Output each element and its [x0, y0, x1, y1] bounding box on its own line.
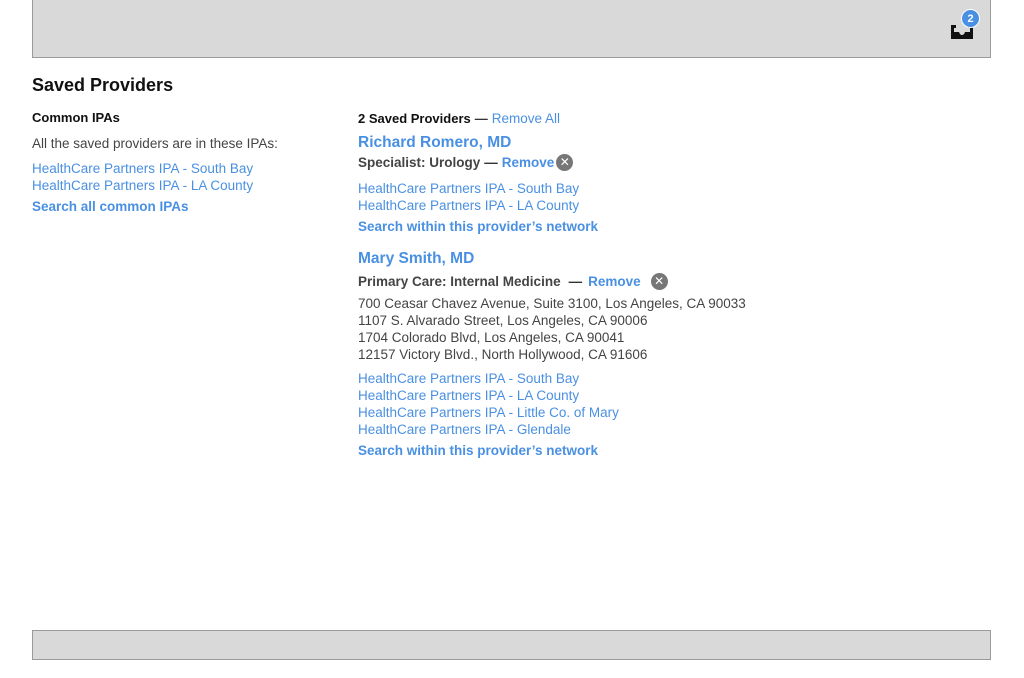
provider-name-link[interactable]: Mary Smith, MD — [358, 250, 978, 268]
common-ipas-note: All the saved providers are in these IPA… — [32, 136, 278, 151]
inbox-count-badge: 2 — [961, 9, 980, 28]
page-title: Saved Providers — [32, 75, 174, 95]
provider-specialty: Primary Care: Internal Medicine — Remove ✕ — [358, 273, 978, 290]
close-circle-icon[interactable]: ✕ — [650, 273, 668, 290]
remove-provider-link[interactable]: Remove — [588, 273, 641, 290]
search-provider-network-link[interactable]: Search within this provider’s network — [358, 219, 978, 235]
specialty-label: Specialist: Urology — [358, 155, 481, 170]
provider-address: 1704 Colorado Blvd, Los Angeles, CA 9004… — [358, 330, 625, 345]
top-bar — [32, 0, 991, 58]
provider-ipa-link[interactable]: HealthCare Partners IPA - LA County — [358, 197, 978, 214]
common-ipas-panel: Common IPAs All the saved providers are … — [32, 110, 332, 215]
search-all-common-ipas-link[interactable]: Search all common IPAs — [32, 199, 332, 215]
common-ipa-link[interactable]: HealthCare Partners IPA - LA County — [32, 177, 332, 194]
search-provider-network-link[interactable]: Search within this provider’s network — [358, 443, 978, 459]
bottom-bar — [32, 630, 991, 660]
common-ipa-link[interactable]: HealthCare Partners IPA - South Bay — [32, 160, 332, 177]
provider-ipa-list: HealthCare Partners IPA - South Bay Heal… — [358, 180, 978, 214]
provider-address: 12157 Victory Blvd., North Hollywood, CA… — [358, 347, 648, 362]
remove-provider-link[interactable]: Remove — [502, 154, 555, 171]
provider-card: Mary Smith, MD Primary Care: Internal Me… — [358, 250, 978, 459]
provider-ipa-link[interactable]: HealthCare Partners IPA - Glendale — [358, 421, 978, 438]
provider-name-link[interactable]: Richard Romero, MD — [358, 134, 978, 152]
dash-separator: — — [568, 274, 583, 289]
common-ipa-list: HealthCare Partners IPA - South Bay Heal… — [32, 160, 332, 194]
provider-address: 700 Ceasar Chavez Avenue, Suite 3100, Lo… — [358, 296, 746, 311]
provider-address: 1107 S. Alvarado Street, Los Angeles, CA… — [358, 313, 648, 328]
saved-count-label: 2 Saved Providers — [358, 111, 471, 126]
provider-ipa-list: HealthCare Partners IPA - South Bay Heal… — [358, 370, 978, 438]
saved-providers-header: 2 Saved Providers — Remove All — [358, 110, 978, 127]
specialty-label: Primary Care: Internal Medicine — [358, 274, 561, 289]
dash-separator: — — [484, 155, 498, 170]
provider-address-list: 700 Ceasar Chavez Avenue, Suite 3100, Lo… — [358, 295, 978, 363]
dash-separator: — — [474, 111, 488, 126]
provider-ipa-link[interactable]: HealthCare Partners IPA - South Bay — [358, 180, 978, 197]
provider-specialty: Specialist: Urology — Remove ✕ — [358, 154, 978, 171]
remove-all-link[interactable]: Remove All — [492, 111, 560, 126]
common-ipas-heading: Common IPAs — [32, 110, 120, 125]
provider-card: Richard Romero, MD Specialist: Urology — R… — [358, 134, 978, 235]
provider-ipa-link[interactable]: HealthCare Partners IPA - South Bay — [358, 370, 978, 387]
provider-ipa-link[interactable]: HealthCare Partners IPA - LA County — [358, 387, 978, 404]
saved-providers-panel: 2 Saved Providers — Remove All Richard Rom… — [358, 110, 978, 459]
close-circle-icon[interactable]: ✕ — [556, 154, 574, 171]
provider-ipa-link[interactable]: HealthCare Partners IPA - Little Co. of … — [358, 404, 978, 421]
